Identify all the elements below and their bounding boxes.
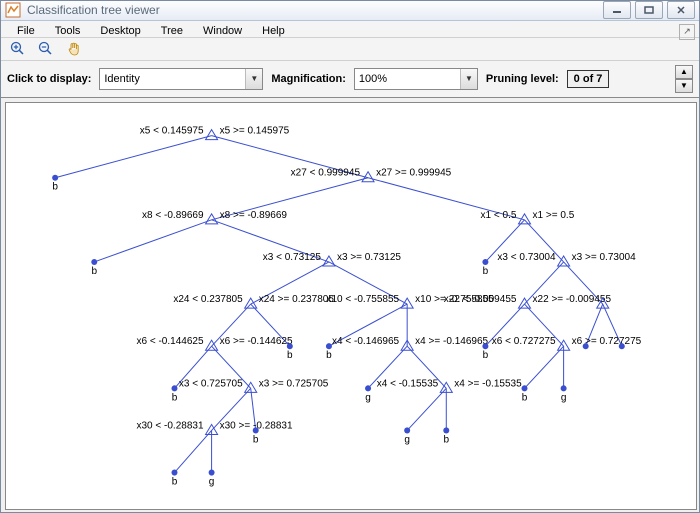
svg-text:b: b: [522, 392, 528, 403]
click-to-display-dropdown[interactable]: Identity ▼: [99, 68, 263, 90]
chevron-down-icon: ▼: [245, 69, 262, 89]
svg-text:b: b: [52, 182, 58, 193]
zoom-in-icon: [10, 41, 26, 57]
svg-text:x3 < 0.725705: x3 < 0.725705: [179, 378, 243, 389]
svg-text:b: b: [287, 350, 293, 361]
menu-desktop[interactable]: Desktop: [90, 21, 150, 37]
pan-button[interactable]: [63, 38, 85, 60]
menubar: File Tools Desktop Tree Window Help ↗: [1, 21, 699, 38]
zoom-out-icon: [38, 41, 54, 57]
canvas-wrap: x5 < 0.145975 x5 >= 0.145975 b x27 < 0.9999…: [1, 98, 699, 512]
svg-text:x3 >= 0.725705: x3 >= 0.725705: [259, 378, 329, 389]
menu-help[interactable]: Help: [252, 21, 295, 37]
svg-text:x3 < 0.73004: x3 < 0.73004: [497, 252, 556, 263]
svg-text:x22 < -0.009455: x22 < -0.009455: [444, 294, 517, 305]
svg-text:x24 >= 0.237805: x24 >= 0.237805: [259, 294, 335, 305]
svg-text:x4 >= -0.15535: x4 >= -0.15535: [454, 378, 522, 389]
app-icon: [5, 2, 21, 18]
magnification-label: Magnification:: [271, 73, 346, 85]
svg-text:b: b: [172, 392, 178, 403]
svg-text:x27 >= 0.999945: x27 >= 0.999945: [376, 168, 452, 179]
zoom-in-button[interactable]: [7, 38, 29, 60]
svg-text:x3 >= 0.73004: x3 >= 0.73004: [572, 252, 636, 263]
svg-text:x1 >= 0.5: x1 >= 0.5: [533, 210, 575, 221]
svg-text:x30 < -0.28831: x30 < -0.28831: [136, 420, 204, 431]
minimize-button[interactable]: [603, 1, 631, 19]
svg-text:b: b: [483, 266, 489, 277]
svg-text:g: g: [561, 392, 567, 403]
controlbar: Click to display: Identity ▼ Magnificati…: [1, 61, 699, 98]
app-window: Classification tree viewer File Tools De…: [0, 0, 700, 513]
svg-text:b: b: [326, 350, 332, 361]
menu-window[interactable]: Window: [193, 21, 252, 37]
pruning-level-value: 0 of 7: [567, 70, 610, 88]
svg-text:x4 >= -0.146965: x4 >= -0.146965: [415, 336, 488, 347]
svg-text:x1 < 0.5: x1 < 0.5: [481, 210, 517, 221]
svg-text:x27 < 0.999945: x27 < 0.999945: [291, 168, 361, 179]
pruning-level-label: Pruning level:: [486, 73, 559, 85]
zoom-out-button[interactable]: [35, 38, 57, 60]
pruning-down-button[interactable]: ▼: [675, 79, 693, 93]
tree-svg: x5 < 0.145975 x5 >= 0.145975 b x27 < 0.9999…: [6, 103, 696, 509]
window-title: Classification tree viewer: [27, 3, 599, 17]
svg-text:g: g: [209, 476, 215, 487]
toolbar: [1, 38, 699, 61]
svg-text:x4 < -0.146965: x4 < -0.146965: [332, 336, 400, 347]
svg-text:g: g: [404, 434, 410, 445]
svg-text:x8 >= -0.89669: x8 >= -0.89669: [220, 210, 288, 221]
svg-text:x3 < 0.73125: x3 < 0.73125: [263, 252, 322, 263]
pruning-level-spinner: ▲ ▼: [675, 65, 693, 93]
svg-text:g: g: [365, 392, 371, 403]
magnification-dropdown[interactable]: 100% ▼: [354, 68, 478, 90]
click-to-display-label: Click to display:: [7, 73, 91, 85]
close-button[interactable]: [667, 1, 695, 19]
menu-tools[interactable]: Tools: [45, 21, 91, 37]
titlebar: Classification tree viewer: [1, 1, 699, 21]
hand-icon: [66, 41, 82, 57]
svg-text:b: b: [91, 266, 97, 277]
svg-text:x8 < -0.89669: x8 < -0.89669: [142, 210, 204, 221]
svg-text:x5 < 0.145975: x5 < 0.145975: [140, 125, 204, 136]
svg-text:x6 < -0.144625: x6 < -0.144625: [136, 336, 204, 347]
click-to-display-value: Identity: [104, 73, 139, 85]
svg-text:x6 < 0.727275: x6 < 0.727275: [492, 336, 556, 347]
chevron-down-icon: ▼: [460, 69, 477, 89]
svg-text:b: b: [253, 434, 259, 445]
svg-text:x3 >= 0.73125: x3 >= 0.73125: [337, 252, 401, 263]
menu-file[interactable]: File: [7, 21, 45, 37]
svg-text:x10 < -0.755855: x10 < -0.755855: [326, 294, 399, 305]
menubar-expand-icon[interactable]: ↗: [679, 24, 695, 40]
pruning-up-button[interactable]: ▲: [675, 65, 693, 79]
menu-tree[interactable]: Tree: [151, 21, 193, 37]
svg-text:b: b: [443, 434, 449, 445]
svg-text:x4 < -0.15535: x4 < -0.15535: [377, 378, 439, 389]
svg-text:x24 < 0.237805: x24 < 0.237805: [173, 294, 243, 305]
svg-text:b: b: [483, 350, 489, 361]
tree-canvas[interactable]: x5 < 0.145975 x5 >= 0.145975 b x27 < 0.9999…: [5, 102, 697, 510]
svg-text:x6 >= -0.144625: x6 >= -0.144625: [220, 336, 293, 347]
svg-text:x5 >= 0.145975: x5 >= 0.145975: [220, 125, 290, 136]
svg-text:b: b: [172, 476, 178, 487]
maximize-button[interactable]: [635, 1, 663, 19]
svg-text:x6 >= 0.727275: x6 >= 0.727275: [572, 336, 642, 347]
magnification-value: 100%: [359, 73, 387, 85]
